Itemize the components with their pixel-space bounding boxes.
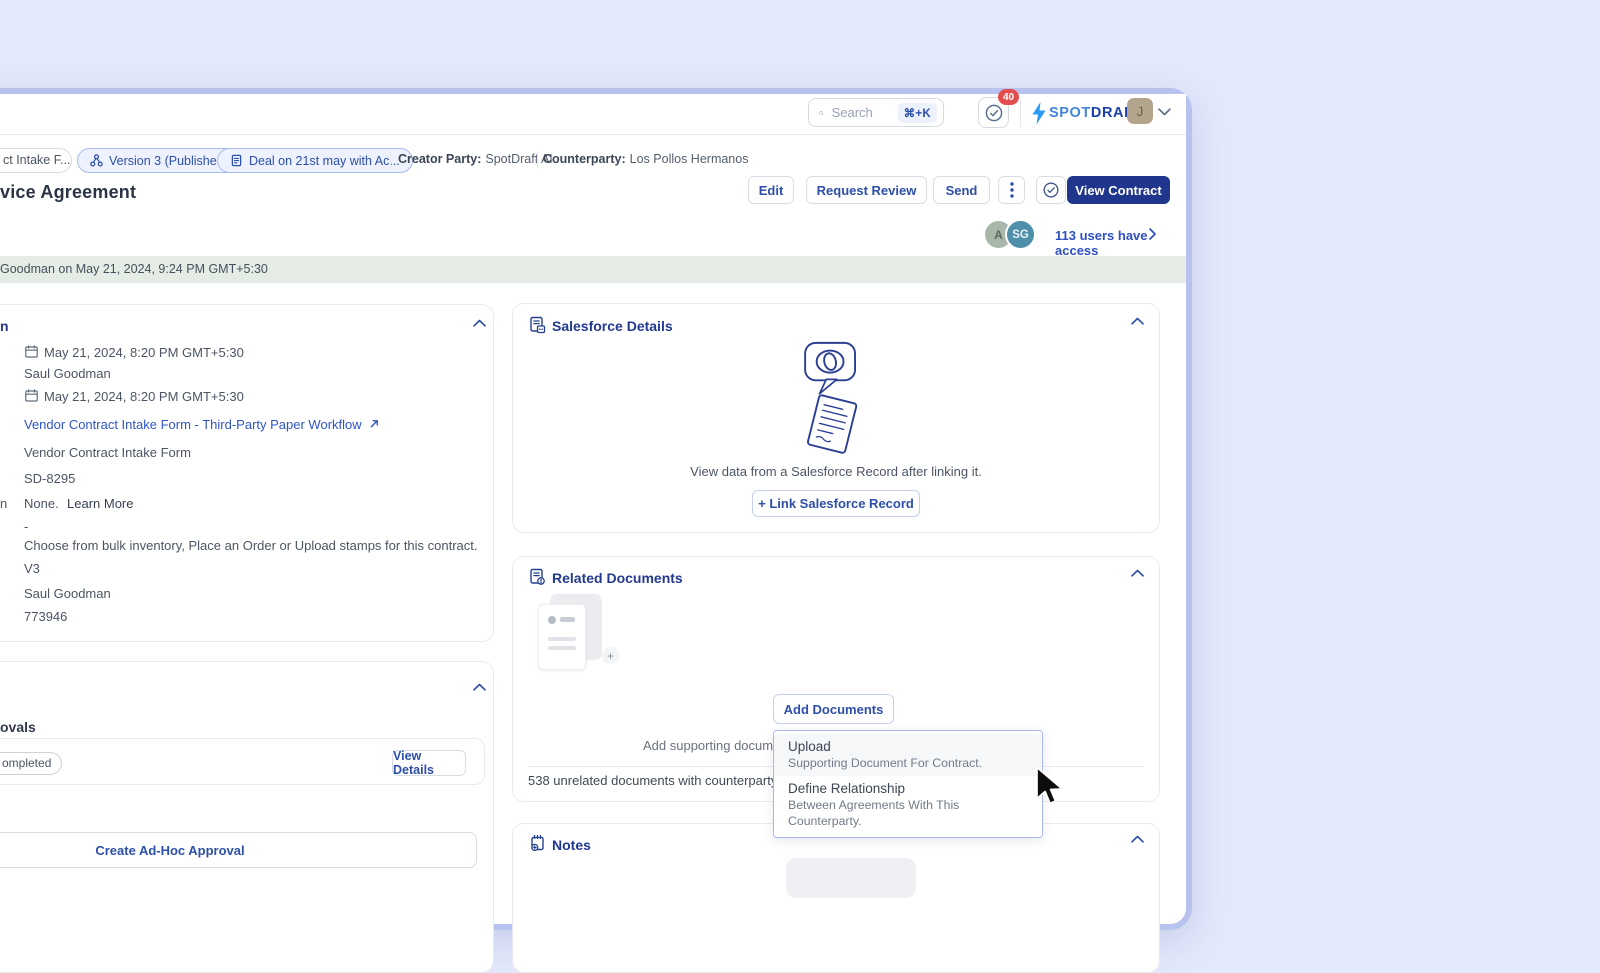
menu-item-upload-title: Upload	[788, 738, 1028, 755]
approvals-panel-collapse-chevron-up-icon[interactable]	[472, 682, 487, 692]
user-menu-chevron-down-icon[interactable]	[1157, 107, 1172, 117]
mouse-cursor	[1033, 766, 1067, 808]
document-thumbnail-front	[538, 604, 586, 670]
version-value: V3	[24, 561, 40, 576]
chevron-right-icon[interactable]	[1148, 227, 1157, 241]
notes-panel	[512, 823, 1160, 973]
updated-at-value: May 21, 2024, 8:20 PM GMT+5:30	[44, 389, 244, 404]
brand-spot: SPOT	[1049, 105, 1091, 121]
menu-item-define-relationship-subtitle: Between Agreements With This Counterpart…	[788, 797, 1028, 829]
view-contract-button[interactable]: View Contract	[1067, 176, 1170, 204]
approval-status-badge-fragment: ompleted	[2, 756, 51, 770]
menu-item-define-relationship-title: Define Relationship	[788, 780, 1028, 797]
creator-party-label: Creator Party:	[398, 152, 481, 166]
document-id-value: SD-8295	[24, 471, 75, 486]
users-access-link[interactable]: 113 users have access	[1055, 228, 1186, 258]
salesforce-panel-collapse-chevron-up-icon[interactable]	[1130, 316, 1145, 326]
add-document-plus-icon[interactable]: +	[602, 647, 619, 664]
approvals-heading-fragment: ovals	[0, 719, 36, 735]
spotdraft-bolt-icon	[1030, 101, 1048, 126]
status-banner-text: Goodman on May 21, 2024, 9:24 PM GMT+5:3…	[0, 262, 268, 276]
edit-button[interactable]: Edit	[748, 176, 794, 204]
external-link-arrow-icon	[369, 418, 380, 429]
meta-divider	[537, 151, 538, 169]
check-circle-icon	[1042, 181, 1060, 199]
approvals-panel	[0, 661, 494, 973]
calendar-icon	[24, 344, 39, 359]
calendar-icon	[24, 388, 39, 403]
document-icon	[230, 154, 243, 167]
chip-deal[interactable]: Deal on 21st may with Ac...	[217, 148, 413, 173]
notification-count-badge: 40	[998, 89, 1019, 105]
reference-number-value: 773946	[24, 609, 67, 624]
thumbnail-dot	[548, 616, 556, 624]
chip-deal-label: Deal on 21st may with Ac...	[249, 154, 400, 168]
notes-illustration-placeholder	[786, 858, 916, 898]
add-documents-menu: Upload Supporting Document For Contract.…	[773, 730, 1043, 838]
thumbnail-line	[548, 637, 576, 641]
related-documents-collapse-chevron-up-icon[interactable]	[1130, 568, 1145, 578]
app-window: ⌘+K 40 SPOTDRAFT J ct Intake F... Versio…	[0, 88, 1192, 930]
details-panel-collapse-chevron-up-icon[interactable]	[472, 318, 487, 328]
notes-collapse-chevron-up-icon[interactable]	[1130, 834, 1145, 844]
add-supporting-hint-fragment: Add supporting docume	[643, 738, 780, 753]
field-label-fragment: n	[0, 496, 7, 511]
menu-item-upload[interactable]: Upload Supporting Document For Contract.	[774, 734, 1042, 776]
salesforce-panel-title: Salesforce Details	[552, 318, 673, 334]
none-value: None.	[24, 496, 59, 511]
add-documents-button[interactable]: Add Documents	[773, 694, 894, 724]
counterparty: Counterparty: Los Pollos Hermanos	[543, 152, 748, 166]
notes-icon	[529, 834, 546, 852]
related-documents-panel-title: Related Documents	[552, 570, 683, 586]
meta-divider	[390, 151, 391, 169]
owner-value: Saul Goodman	[24, 586, 111, 601]
page-title: vice Agreement	[0, 182, 136, 203]
user-avatar[interactable]: J	[1127, 98, 1153, 124]
search-shortcut-badge: ⌘+K	[898, 103, 937, 123]
check-circle-icon	[984, 103, 1004, 123]
create-adhoc-approval-button[interactable]: Create Ad-Hoc Approval	[0, 832, 477, 868]
thumbnail-bar	[560, 617, 575, 622]
workflow-link-label: Vendor Contract Intake Form - Third-Part…	[24, 417, 362, 432]
version-icon	[90, 154, 103, 167]
request-review-button[interactable]: Request Review	[806, 176, 927, 204]
more-actions-button[interactable]	[998, 176, 1025, 204]
counterparty-label: Counterparty:	[543, 152, 626, 166]
stamps-hint-text: Choose from bulk inventory, Place an Ord…	[24, 538, 478, 553]
search-input[interactable]: ⌘+K	[808, 98, 944, 127]
created-by-value: Saul Goodman	[24, 366, 111, 381]
salesforce-description: View data from a Salesforce Record after…	[512, 464, 1160, 479]
kebab-icon	[1010, 182, 1014, 198]
salesforce-illustration	[782, 340, 882, 460]
topbar-divider	[1020, 100, 1021, 127]
counterparty-value: Los Pollos Hermanos	[630, 152, 749, 166]
created-at-value: May 21, 2024, 8:20 PM GMT+5:30	[44, 345, 244, 360]
menu-item-define-relationship[interactable]: Define Relationship Between Agreements W…	[774, 776, 1042, 834]
empty-dash-value: -	[24, 519, 28, 534]
thumbnail-line	[548, 646, 576, 650]
details-panel-heading-fragment: n	[0, 318, 9, 334]
salesforce-details-icon	[529, 316, 546, 334]
mark-complete-button[interactable]	[1036, 176, 1066, 204]
link-salesforce-record-button[interactable]: + Link Salesforce Record	[752, 490, 920, 517]
creator-party: Creator Party: SpotDraft AI	[398, 152, 553, 166]
learn-more-link[interactable]: Learn More	[67, 496, 133, 511]
search-field[interactable]	[830, 104, 892, 121]
unrelated-documents-counter-fragment: 538 unrelated documents with counterpart…	[528, 773, 777, 788]
workflow-link[interactable]: Vendor Contract Intake Form - Third-Part…	[24, 417, 380, 432]
search-icon	[819, 106, 824, 120]
menu-item-upload-subtitle: Supporting Document For Contract.	[788, 755, 1028, 771]
intake-form-value: Vendor Contract Intake Form	[24, 445, 191, 460]
send-button[interactable]: Send	[933, 176, 990, 204]
avatar-sg[interactable]: SG	[1005, 219, 1036, 250]
related-documents-icon	[529, 568, 546, 586]
chip-version-label: Version 3 (Published)	[109, 154, 228, 168]
chip-contract-intake-label: ct Intake F...	[3, 153, 70, 167]
view-details-button[interactable]: View Details	[392, 750, 466, 776]
notes-panel-title: Notes	[552, 837, 591, 853]
